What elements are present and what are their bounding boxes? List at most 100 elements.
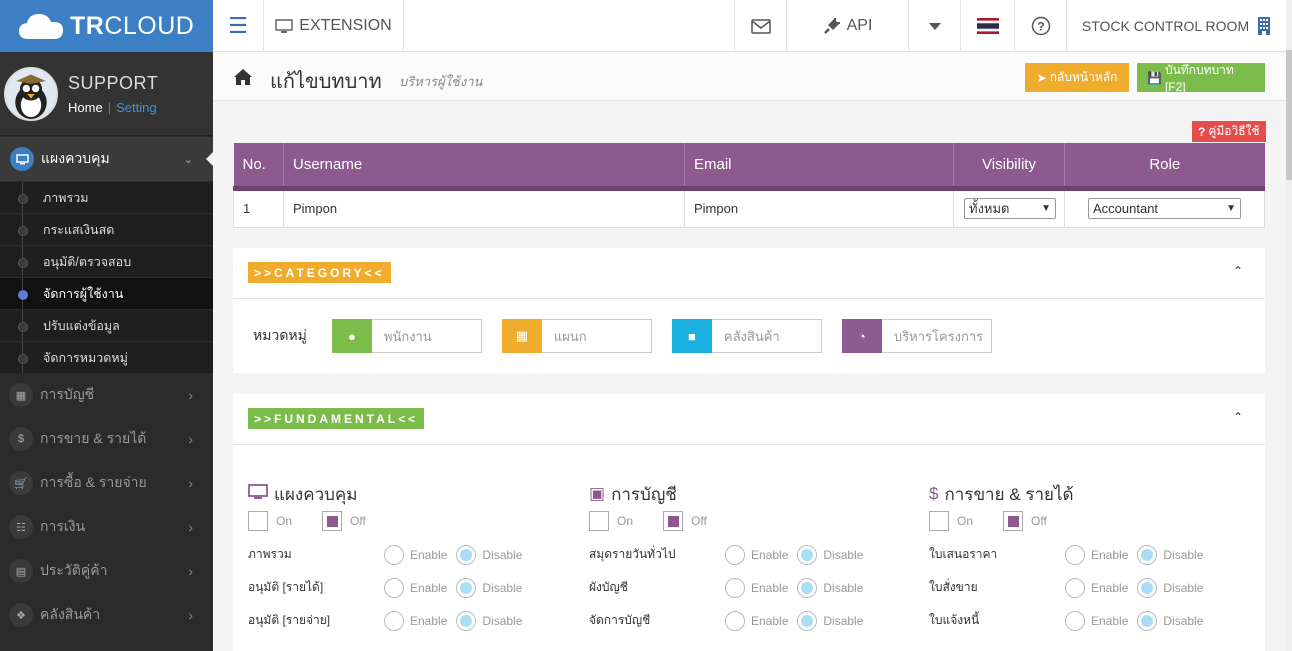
- sidebar-subitem[interactable]: อนุมัติ/ตรวจสอบ: [0, 245, 213, 277]
- permission-label: สมุดรายวันทั่วไป: [589, 547, 676, 561]
- on-checkbox[interactable]: [589, 511, 609, 531]
- help-icon[interactable]: ?: [1015, 0, 1067, 52]
- enable-radio[interactable]: [384, 610, 404, 631]
- scrollbar-thumb[interactable]: [1286, 50, 1292, 180]
- menu-dashboard[interactable]: แผงควบคุม ⌄: [0, 137, 213, 181]
- sidebar-menu-item[interactable]: ❖ คลังสินค้า ›: [0, 593, 213, 637]
- disable-radio[interactable]: [456, 577, 477, 598]
- visibility-value: ทั้งหมด: [969, 201, 1010, 216]
- column-title: การบัญชี: [611, 484, 677, 504]
- column-header: ▣ การบัญชี: [589, 482, 909, 506]
- active-indicator: [206, 152, 213, 166]
- enable-radio[interactable]: [1065, 610, 1085, 631]
- setting-link[interactable]: Setting: [116, 100, 156, 115]
- sidebar-menu-item[interactable]: ▤ ประวัติคู่ค้า ›: [0, 549, 213, 593]
- calendar-icon: ☷: [9, 515, 33, 539]
- off-label: Off: [350, 514, 366, 528]
- visibility-select[interactable]: ทั้งหมด ▼: [964, 198, 1056, 219]
- sidebar-subitem[interactable]: จัดการหมวดหมู่: [0, 341, 213, 373]
- permission-column: $ การขาย & รายได้ On Off ใบเสนอราคา Enable Dis…: [929, 482, 1249, 637]
- building-icon: ▦: [501, 319, 542, 353]
- disable-radio[interactable]: [456, 610, 477, 631]
- sidebar-subitem[interactable]: ปรับแต่งข้อมูล: [0, 309, 213, 341]
- chevron-up-icon[interactable]: ⌃: [1233, 264, 1243, 278]
- user-icon: ●: [331, 319, 372, 353]
- off-checkbox[interactable]: [1003, 511, 1024, 531]
- enable-label: Enable: [410, 547, 448, 562]
- chevron-right-icon: ›: [188, 563, 193, 579]
- on-label: On: [617, 514, 634, 528]
- enable-label: Enable: [1091, 580, 1129, 595]
- enable-radio[interactable]: [725, 577, 745, 598]
- on-checkbox[interactable]: [248, 511, 268, 531]
- manual-button[interactable]: ? คู่มือวิธีใช้: [1192, 121, 1266, 142]
- disable-radio[interactable]: [797, 544, 818, 565]
- home-icon[interactable]: [233, 68, 253, 86]
- disable-radio[interactable]: [797, 577, 818, 598]
- enable-label: Enable: [751, 613, 789, 628]
- thai-flag-icon[interactable]: [961, 0, 1015, 52]
- chevron-right-icon: ›: [188, 519, 193, 535]
- sidebar-menu-item[interactable]: ▦ การบัญชี ›: [0, 373, 213, 417]
- off-checkbox[interactable]: [663, 511, 684, 531]
- permission-label: อนุมัติ [รายจ่าย]: [248, 613, 331, 627]
- hamburger-icon[interactable]: ☰: [213, 0, 264, 52]
- chevron-up-icon[interactable]: ⌃: [1233, 410, 1243, 424]
- enable-label: Enable: [410, 613, 448, 628]
- scrollbar[interactable]: [1286, 0, 1292, 651]
- save-icon: 💾: [1147, 70, 1162, 85]
- save-role-button[interactable]: 💾 บันทึกบทบาท [F2]: [1137, 63, 1265, 94]
- svg-text:?: ?: [1037, 20, 1044, 34]
- caret-down-icon[interactable]: [909, 0, 961, 52]
- avatar[interactable]: [4, 66, 58, 121]
- category-input[interactable]: บริหารโครงการ: [881, 319, 992, 353]
- disable-radio[interactable]: [456, 544, 477, 565]
- enable-radio[interactable]: [384, 577, 404, 598]
- category-panel-header: >>CATEGORY<< ⌃: [233, 248, 1265, 299]
- submenu: ภาพรวม กระแสเงินสด อนุมัติ/ตรวจสอบ จัดการผู…: [0, 181, 213, 373]
- enable-radio[interactable]: [725, 544, 745, 565]
- extension-label: EXTENSION: [299, 17, 392, 34]
- on-checkbox[interactable]: [929, 511, 949, 531]
- table-header-row: No. Username Email Visibility Role: [233, 143, 1265, 191]
- enable-radio[interactable]: [384, 544, 404, 565]
- disable-radio[interactable]: [1137, 610, 1158, 631]
- permission-label: ผังบัญชี: [589, 580, 628, 594]
- sidebar-subitem[interactable]: ภาพรวม: [0, 181, 213, 213]
- manual-label: คู่มือวิธีใช้: [1208, 124, 1260, 138]
- category-input-group: ■ คลังสินค้า: [671, 319, 822, 353]
- sidebar-subitem[interactable]: จัดการผู้ใช้งาน: [0, 277, 213, 309]
- brand-logo[interactable]: TR CLOUD: [0, 0, 213, 52]
- disable-radio[interactable]: [1137, 544, 1158, 565]
- disable-radio[interactable]: [1137, 577, 1158, 598]
- api-button[interactable]: API: [787, 0, 909, 52]
- role-select[interactable]: Accountant ▼: [1088, 198, 1241, 219]
- chevron-right-icon: ›: [188, 387, 193, 403]
- sidebar-menu-item[interactable]: $ การขาย & รายได้ ›: [0, 417, 213, 461]
- enable-radio[interactable]: [725, 610, 745, 631]
- separator: |: [107, 99, 112, 115]
- chevron-right-icon: ›: [188, 431, 193, 447]
- enable-radio[interactable]: [1065, 577, 1085, 598]
- disable-label: Disable: [1163, 547, 1204, 562]
- permission-rows: สมุดรายวันทั่วไป Enable Disable ผังบัญชี Ena…: [589, 538, 909, 637]
- disable-radio[interactable]: [797, 610, 818, 631]
- off-checkbox[interactable]: [322, 511, 343, 531]
- mail-icon[interactable]: [735, 0, 787, 52]
- building-icon: [1258, 17, 1271, 35]
- enable-radio[interactable]: [1065, 544, 1085, 565]
- category-input[interactable]: แผนก: [541, 319, 652, 353]
- home-link[interactable]: Home: [68, 100, 103, 115]
- book-icon: ▦: [9, 383, 33, 407]
- menu-dashboard-label: แผงควบคุม: [41, 150, 110, 166]
- category-input[interactable]: คลังสินค้า: [711, 319, 822, 353]
- stock-control-room-button[interactable]: STOCK CONTROL ROOM: [1067, 0, 1286, 52]
- sidebar-menu-item[interactable]: ☷ การเงิน ›: [0, 505, 213, 549]
- on-off-toggle: On Off: [248, 510, 568, 532]
- logo-light: CLOUD: [104, 11, 195, 40]
- sidebar-subitem[interactable]: กระแสเงินสด: [0, 213, 213, 245]
- extension-button[interactable]: EXTENSION: [264, 0, 404, 52]
- sidebar-menu-item[interactable]: 🛒 การซื้อ & รายจ่าย ›: [0, 461, 213, 505]
- category-input[interactable]: พนักงาน: [371, 319, 482, 353]
- back-home-button[interactable]: ➤ กลับหน้าหลัก: [1025, 63, 1129, 92]
